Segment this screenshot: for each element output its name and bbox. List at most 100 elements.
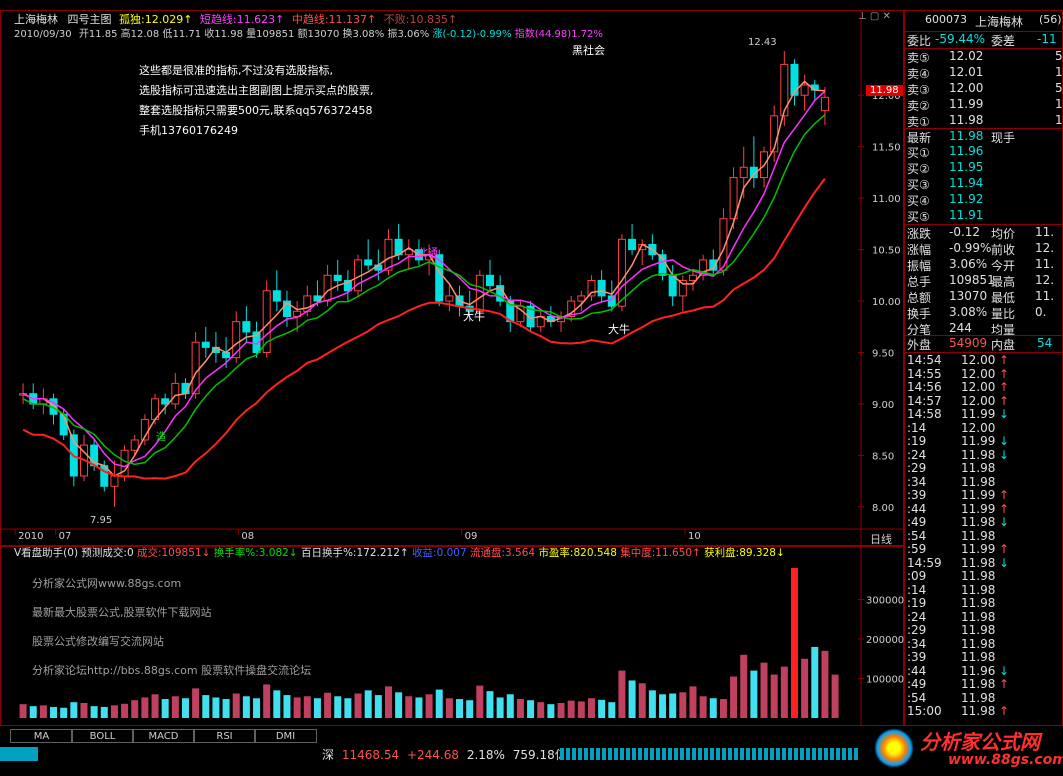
tab-rsi[interactable]: RSI	[193, 729, 256, 743]
y-tick-label: 11.00	[872, 194, 901, 205]
buy-label: 买①	[907, 146, 930, 160]
stat-value-1: 109851	[949, 273, 995, 287]
tick-price: 11.99	[961, 488, 996, 502]
label-beitong: 北通	[418, 248, 438, 259]
stat-label-2: 今开	[991, 259, 1016, 273]
neipan-value: 54	[1037, 336, 1053, 350]
candle-body	[110, 475, 119, 487]
volume-bar	[689, 686, 697, 718]
candle-body	[130, 439, 139, 451]
volume-bar	[557, 702, 565, 718]
tick-list[interactable]: 14:54 12.00 ↑ 14:55 12.00 ↑ 14:56 12.00 ↑ 14:57 12…	[905, 352, 1062, 718]
vol-tick-label: 300000	[866, 596, 904, 607]
volume-bar	[161, 699, 169, 718]
volume-bar	[638, 683, 646, 718]
flower-icon	[874, 728, 914, 768]
volume-bar	[648, 690, 656, 718]
status-index: 深 11468.54 +244.68 2.18% 759.18亿	[322, 746, 567, 763]
waipan-label: 外盘	[907, 338, 932, 352]
stat-value-2: 12.	[1035, 273, 1055, 287]
volume-bar	[313, 698, 321, 718]
tick-arrow: ↑	[999, 366, 1010, 381]
tick-time: :39	[907, 650, 927, 664]
volume-bar	[212, 697, 220, 718]
volume-bar	[283, 695, 291, 718]
waipan-row: 外盘 54909 内盘 54	[905, 335, 1062, 352]
tick-arrow: ↓	[999, 434, 1010, 448]
tick-arrow: ↑	[999, 353, 1010, 367]
volume-bar	[405, 696, 413, 718]
buy-price: 11.95	[949, 160, 984, 174]
sell-price: 11.99	[949, 97, 984, 111]
tick-row: 15:00 11.98 ↑	[905, 704, 1062, 720]
volume-bar	[709, 698, 717, 718]
quote-count: (56)	[1039, 13, 1062, 26]
candle-body	[577, 295, 586, 302]
stat-label-2: 均价	[991, 227, 1016, 241]
tick-arrow: ↑	[999, 677, 1010, 691]
tick-price: 11.98	[961, 690, 996, 705]
volume-bar	[801, 658, 809, 718]
kline-chart[interactable]: 12.0011.5011.0010.5010.009.509.008.508.0…	[0, 0, 904, 546]
stat-label-2: 量比	[991, 307, 1016, 321]
period-label[interactable]: 日线	[870, 531, 892, 547]
stat-value-2: 0.	[1035, 305, 1047, 319]
candle-body	[323, 274, 332, 302]
weibi-label: 委比	[907, 34, 932, 48]
tick-time: :24	[907, 609, 927, 624]
top-icons[interactable]: ⊥ ▢ ✕	[858, 11, 891, 22]
volume-bar	[354, 693, 362, 718]
tab-macd[interactable]: MACD	[132, 729, 195, 743]
volume-bar	[293, 697, 301, 718]
volume-bar	[374, 695, 382, 718]
tick-time: :49	[907, 677, 927, 691]
sell-price: 12.02	[949, 49, 984, 63]
sell-row: 卖② 11.99 1	[905, 97, 1062, 113]
stat-value-1: -0.12	[949, 225, 981, 239]
volume-bar	[527, 700, 535, 718]
tick-price: 11.98	[961, 636, 996, 651]
ad-line-4: 手机13760176249	[139, 124, 238, 137]
volume-bar	[628, 680, 636, 718]
volume-bar	[303, 696, 311, 718]
tick-price: 11.96	[961, 663, 996, 678]
tab-boll[interactable]: BOLL	[71, 729, 134, 743]
stat-value-2: 11.	[1035, 257, 1055, 271]
tick-price: 11.98	[961, 447, 996, 462]
tick-price: 12.00	[961, 353, 996, 367]
tab-dmi[interactable]: DMI	[254, 729, 317, 743]
candle-body	[790, 63, 799, 96]
sell-row: 卖④ 12.01 1	[905, 65, 1063, 81]
tick-price: 11.98	[961, 555, 996, 570]
volume-chart[interactable]: 300000 200000 100000	[0, 546, 904, 726]
tick-time: :44	[907, 501, 927, 516]
volume-bar	[567, 700, 575, 718]
logo-url: www.88gs.com	[948, 752, 1063, 768]
tick-arrow: ↑	[999, 542, 1010, 556]
volume-bar	[395, 692, 403, 718]
vol-tick-label: 100000	[866, 675, 904, 686]
latest-price: 11.98	[949, 129, 984, 143]
y-tick-label: 8.50	[872, 451, 894, 462]
status-index-pct: 2.18%	[466, 748, 505, 762]
tick-time: :24	[907, 447, 927, 462]
sell-vol: 1	[1055, 65, 1063, 79]
stat-row: 总手 109851 最高 12.	[905, 273, 1062, 289]
y-tick-label: 9.50	[872, 349, 894, 360]
status-index-amt: 759.18亿	[512, 748, 567, 762]
volume-bar	[608, 702, 616, 718]
stat-value-1: -0.99%	[949, 241, 992, 255]
volume-bar	[466, 700, 474, 718]
tick-time: :19	[907, 434, 927, 448]
tab-ma[interactable]: MA	[10, 729, 73, 743]
stat-row: 换手 3.08% 量比 0.	[905, 305, 1062, 321]
volume-bar	[790, 567, 798, 718]
label-zao: 造	[156, 432, 166, 443]
quote-code: 600073	[925, 13, 967, 26]
sell-label: 卖③	[907, 83, 930, 97]
tick-price: 12.00	[961, 366, 996, 381]
volume-bar	[587, 698, 595, 718]
volume-bar	[456, 699, 464, 718]
tick-arrow: ↑	[999, 380, 1010, 394]
ad-line-2: 选股指标可迅速选出主图副图上提示买点的股票,	[139, 84, 374, 97]
